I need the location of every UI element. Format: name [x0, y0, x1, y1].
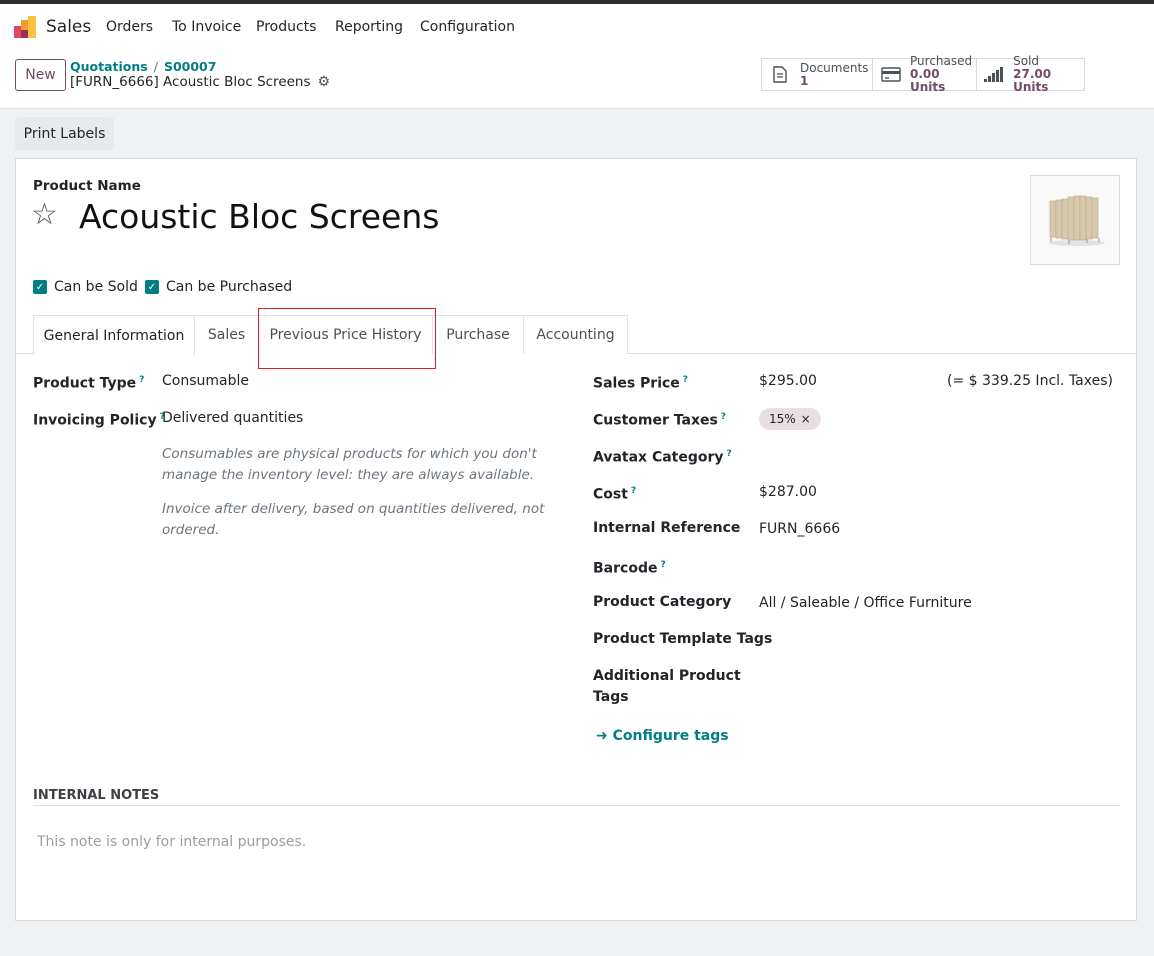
tab-previous-price-history[interactable]: Previous Price History: [258, 315, 433, 354]
form-tabs: General Information Sales Previous Price…: [16, 315, 1136, 355]
credit-card-icon: [880, 64, 901, 86]
checkmark-icon: ✓: [33, 280, 47, 294]
purchased-stat-button[interactable]: Purchased 0.00 Units: [872, 55, 976, 94]
product-form-sheet: Product Name ☆ Acoustic Bloc Screens ✓ C…: [15, 158, 1137, 921]
can-be-purchased-label: Can be Purchased: [166, 279, 293, 295]
can-be-purchased-checkbox[interactable]: ✓ Can be Purchased: [145, 279, 292, 295]
help-icon[interactable]: ?: [660, 560, 665, 570]
cost-value[interactable]: $287.00: [759, 484, 817, 500]
app-name[interactable]: Sales: [46, 17, 91, 37]
product-name-label: Product Name: [33, 178, 141, 194]
smart-buttons: Documents 1 Purchased 0.00 Units Sold 27…: [761, 55, 1085, 94]
product-type-value[interactable]: Consumable: [162, 373, 249, 389]
record-title-row: [FURN_6666] Acoustic Bloc Screens ⚙: [70, 74, 330, 90]
tax-tag-label: 15%: [769, 412, 796, 426]
help-icon[interactable]: ?: [631, 486, 636, 496]
menu-configuration[interactable]: Configuration: [420, 19, 515, 35]
help-icon[interactable]: ?: [683, 375, 688, 385]
star-icon[interactable]: ☆: [31, 198, 58, 232]
breadcrumb: Quotations / S00007: [70, 59, 216, 74]
product-template-tags-label: Product Template Tags: [593, 631, 773, 647]
close-icon[interactable]: ×: [801, 412, 811, 426]
product-category-label: Product Category: [593, 594, 732, 610]
checkmark-icon: ✓: [145, 280, 159, 294]
help-icon[interactable]: ?: [727, 449, 732, 459]
file-icon: [769, 64, 791, 86]
incl-taxes-text: (= $ 339.25 Incl. Taxes): [947, 373, 1113, 389]
internal-notes-title: INTERNAL NOTES: [33, 788, 160, 803]
consumable-note: Consumables are physical products for wh…: [162, 446, 537, 483]
new-button[interactable]: New: [15, 59, 66, 91]
menu-reporting[interactable]: Reporting: [335, 19, 403, 35]
invoicing-policy-value[interactable]: Delivered quantities: [162, 410, 303, 426]
avatax-category-label: Avatax Category?: [593, 449, 732, 466]
print-labels-button[interactable]: Print Labels: [15, 117, 114, 150]
product-name-field[interactable]: Acoustic Bloc Screens: [79, 197, 439, 236]
main-navbar: Sales Orders To Invoice Products Reporti…: [0, 4, 1154, 48]
help-icon[interactable]: ?: [139, 375, 144, 385]
documents-label: Documents: [800, 60, 869, 75]
customer-taxes-label: Customer Taxes?: [593, 412, 727, 429]
menu-products[interactable]: Products: [256, 19, 316, 35]
sold-value: 27.00 Units: [1013, 67, 1052, 94]
product-image[interactable]: [1030, 175, 1120, 265]
breadcrumb-quotations[interactable]: Quotations: [70, 59, 148, 74]
breadcrumb-separator: /: [153, 59, 158, 74]
product-category-value[interactable]: All / Saleable / Office Furniture: [759, 595, 972, 611]
arrow-right-icon: ➜: [596, 728, 608, 744]
internal-notes-divider: [33, 805, 1120, 806]
internal-notes-field[interactable]: This note is only for internal purposes.: [37, 834, 306, 850]
tax-tag: 15% ×: [759, 408, 821, 430]
documents-stat-button[interactable]: Documents 1: [761, 58, 872, 91]
purchased-value: 0.00 Units: [910, 67, 946, 94]
acoustic-screen-image: [1049, 195, 1105, 246]
invoicing-policy-label: Invoicing Policy?: [33, 412, 165, 429]
tab-general-information[interactable]: General Information: [33, 315, 195, 355]
sales-app-icon[interactable]: [14, 16, 36, 38]
breadcrumb-order[interactable]: S00007: [164, 59, 217, 74]
help-icon[interactable]: ?: [721, 412, 726, 422]
internal-reference-label: Internal Reference: [593, 520, 741, 536]
record-title: [FURN_6666] Acoustic Bloc Screens: [70, 74, 311, 90]
invoice-note: Invoice after delivery, based on quantit…: [162, 501, 545, 538]
gear-icon[interactable]: ⚙: [318, 74, 331, 90]
configure-tags-link[interactable]: ➜ Configure tags: [596, 728, 729, 744]
cost-label: Cost?: [593, 486, 637, 503]
sold-stat-button[interactable]: Sold 27.00 Units: [976, 55, 1085, 94]
sales-price-label: Sales Price?: [593, 375, 689, 392]
internal-reference-value[interactable]: FURN_6666: [759, 521, 840, 537]
menu-orders[interactable]: Orders: [106, 19, 153, 35]
tab-purchase[interactable]: Purchase: [432, 315, 524, 354]
sales-price-value[interactable]: $295.00: [759, 373, 817, 389]
additional-product-tags-label: Additional Product Tags: [593, 668, 741, 705]
tab-accounting[interactable]: Accounting: [523, 315, 628, 354]
documents-value: 1: [800, 73, 809, 88]
menu-to-invoice[interactable]: To Invoice: [172, 19, 241, 35]
control-panel: New Quotations / S00007 [FURN_6666] Acoust…: [0, 48, 1154, 109]
can-be-sold-checkbox[interactable]: ✓ Can be Sold: [33, 279, 138, 295]
can-be-sold-label: Can be Sold: [54, 279, 138, 295]
product-type-label: Product Type?: [33, 375, 145, 392]
barcode-label: Barcode?: [593, 560, 666, 577]
signal-bars-icon: [984, 64, 1004, 86]
tab-sales[interactable]: Sales: [194, 315, 259, 354]
